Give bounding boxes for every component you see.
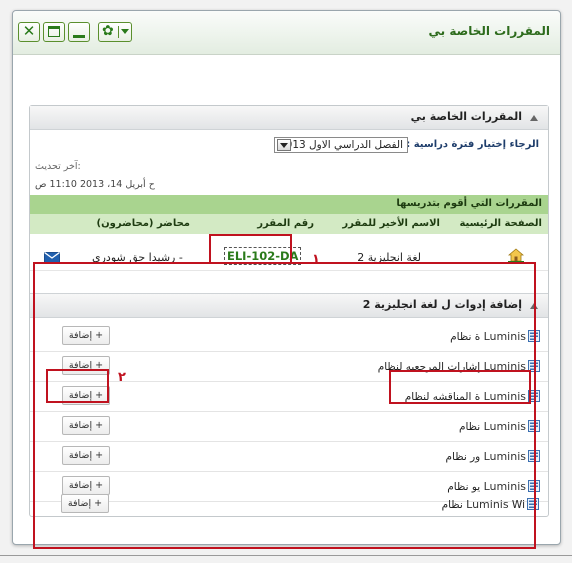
portlet-title: المقررات الخاصة بي (428, 24, 551, 38)
annotation-box-add-button (46, 369, 109, 403)
last-update-value: ح أبريل 14، 2013 11:10 ص (35, 179, 155, 190)
maximize-button[interactable] (43, 22, 65, 42)
portlet-header: المقررات الخاصة بي ✕ ✿ (13, 11, 560, 55)
annotation-number-one: ١ (312, 252, 320, 267)
last-update-label: آخر تحديث: (35, 161, 81, 172)
page-bottom-border (0, 555, 572, 556)
close-icon: ✕ (22, 22, 36, 40)
column-course-name: الاسم الأخير للمقرر (342, 218, 440, 229)
term-select-value: الفصل الدراسي الاول 2013 (278, 139, 403, 151)
minimize-icon (73, 35, 85, 38)
button-divider (118, 26, 119, 38)
maximize-icon (48, 26, 60, 37)
courses-header: المقررات التي أقوم بتدريسها (30, 195, 548, 214)
annotation-number-two: ٢ (118, 370, 126, 385)
chevron-down-icon (121, 29, 129, 34)
annotation-box-course-code (209, 234, 292, 264)
term-select[interactable]: الفصل الدراسي الاول 2013 (274, 137, 408, 153)
column-instructors: محاضر (محاضرون) (96, 218, 190, 229)
close-button[interactable]: ✕ (18, 22, 40, 42)
gear-icon: ✿ (102, 23, 114, 39)
courses-header-text: المقررات التي أقوم بتدريسها (396, 198, 542, 209)
section-title: المقررات الخاصة بي (410, 110, 522, 123)
courses-column-header: الصفحة الرئيسية الاسم الأخير للمقرر رقم … (30, 214, 548, 234)
annotation-box-tools (33, 262, 536, 549)
minimize-button[interactable] (68, 22, 90, 42)
column-course-code: رقم المقرر (257, 218, 314, 229)
column-home: الصفحة الرئيسية (459, 218, 542, 229)
collapse-arrow-icon[interactable] (530, 115, 538, 121)
annotation-box-discussion (389, 370, 531, 404)
my-courses-section-header[interactable]: المقررات الخاصة بي (30, 106, 548, 130)
home-icon[interactable] (508, 248, 524, 262)
settings-menu-button[interactable]: ✿ (98, 22, 132, 42)
term-select-label: الرجاء إختيار فترة دراسية : (406, 139, 539, 150)
chevron-down-icon[interactable] (277, 139, 291, 151)
